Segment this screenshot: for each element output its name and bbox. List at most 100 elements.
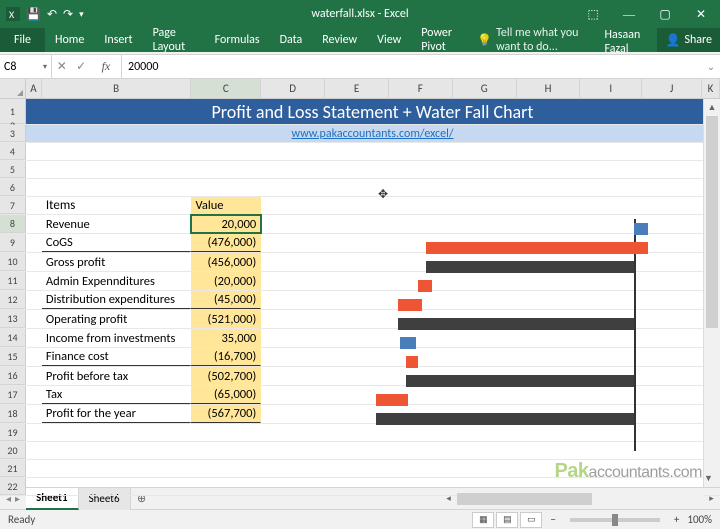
cell[interactable] (26, 442, 42, 459)
cell[interactable] (453, 291, 517, 309)
row-header[interactable]: 6 (0, 179, 26, 196)
row-header[interactable]: 16 (0, 367, 26, 385)
cell[interactable] (26, 291, 42, 309)
cell[interactable] (389, 460, 453, 477)
row-header[interactable]: 8 (0, 215, 26, 233)
cell[interactable] (325, 460, 389, 477)
cell[interactable] (580, 253, 642, 271)
zoom-out-button[interactable]: − (550, 513, 555, 526)
cell[interactable] (26, 460, 42, 477)
row-header[interactable]: 7 (0, 197, 26, 214)
cell[interactable] (26, 215, 42, 233)
cell[interactable] (580, 405, 642, 423)
cell[interactable] (261, 405, 325, 423)
cell[interactable] (42, 424, 192, 441)
cell[interactable] (389, 478, 453, 495)
cell[interactable] (580, 424, 642, 441)
cell[interactable] (517, 215, 581, 233)
cell[interactable] (642, 197, 702, 214)
row-header[interactable]: 19 (0, 424, 26, 441)
cell[interactable] (42, 460, 192, 477)
cell[interactable]: (20,000) (191, 272, 261, 290)
cell[interactable]: 35,000 (191, 329, 261, 347)
column-header[interactable]: A (26, 79, 42, 98)
normal-view-button[interactable]: ▦ (472, 512, 494, 528)
column-header[interactable]: J (642, 79, 702, 98)
cell[interactable] (261, 478, 325, 495)
cell[interactable] (517, 143, 581, 160)
cell[interactable] (261, 442, 325, 459)
cell[interactable] (389, 442, 453, 459)
column-header[interactable]: H (517, 79, 581, 98)
cell[interactable] (517, 442, 581, 459)
cell[interactable] (389, 348, 453, 366)
cell[interactable] (642, 405, 702, 423)
cell[interactable] (642, 424, 702, 441)
cell[interactable] (261, 143, 325, 160)
cell[interactable] (261, 348, 325, 366)
cell[interactable] (580, 291, 642, 309)
cell[interactable] (642, 215, 702, 233)
tab-power-pivot[interactable]: Power Pivot (411, 28, 473, 52)
cell[interactable] (453, 197, 517, 214)
row-header[interactable]: 20 (0, 442, 26, 459)
cell[interactable] (517, 424, 581, 441)
cell[interactable] (517, 291, 581, 309)
cell[interactable] (453, 253, 517, 271)
cell[interactable] (517, 367, 581, 385)
cell[interactable] (325, 329, 389, 347)
vertical-scrollbar[interactable]: ▲ ▼ (703, 99, 720, 487)
column-header[interactable]: I (580, 79, 642, 98)
cell[interactable] (325, 386, 389, 404)
cell[interactable]: CoGS (42, 234, 192, 252)
cell[interactable] (389, 234, 453, 252)
row-header[interactable]: 14 (0, 329, 26, 347)
cell[interactable] (261, 179, 325, 196)
cell[interactable] (642, 348, 702, 366)
cell[interactable] (580, 348, 642, 366)
cell[interactable] (453, 442, 517, 459)
spreadsheet-grid[interactable]: ABCDEFGHIJK 1Profit and Loss Statement +… (0, 79, 720, 487)
cell[interactable]: (476,000) (191, 234, 261, 252)
cell[interactable] (580, 310, 642, 328)
cell[interactable] (517, 329, 581, 347)
cell[interactable] (517, 161, 581, 178)
cell[interactable] (42, 442, 192, 459)
cell[interactable] (453, 460, 517, 477)
cell[interactable] (325, 215, 389, 233)
cell[interactable] (325, 272, 389, 290)
cell[interactable] (580, 215, 642, 233)
cell[interactable] (389, 405, 453, 423)
row-header[interactable]: 3 (0, 125, 26, 142)
cell[interactable]: Admin Expennditures (42, 272, 192, 290)
cell[interactable]: Operating profit (42, 310, 192, 328)
account-name[interactable]: Hasaan Fazal (597, 28, 658, 52)
cell[interactable] (580, 143, 642, 160)
tab-insert[interactable]: Insert (94, 28, 142, 52)
cell[interactable] (191, 442, 261, 459)
row-header[interactable]: 11 (0, 272, 26, 290)
cell[interactable] (453, 161, 517, 178)
cell[interactable] (453, 143, 517, 160)
cell[interactable] (261, 234, 325, 252)
cell[interactable] (580, 367, 642, 385)
column-header[interactable]: B (42, 79, 192, 98)
cell[interactable] (325, 405, 389, 423)
cell[interactable] (26, 179, 42, 196)
cell[interactable]: Profit for the year (42, 405, 192, 423)
cell[interactable] (580, 234, 642, 252)
row-header[interactable]: 17 (0, 386, 26, 404)
ribbon-display-icon[interactable]: ⬚ (576, 0, 610, 28)
share-button[interactable]: 👤 Share (657, 28, 720, 52)
cell[interactable] (261, 367, 325, 385)
cell[interactable] (517, 272, 581, 290)
cell[interactable] (325, 143, 389, 160)
row-header[interactable]: 22 (0, 478, 26, 495)
row-header[interactable]: 13 (0, 310, 26, 328)
cell[interactable] (389, 253, 453, 271)
cell[interactable] (261, 329, 325, 347)
cell[interactable] (191, 478, 261, 495)
cell[interactable] (26, 253, 42, 271)
row-header[interactable]: 12 (0, 291, 26, 309)
fx-icon[interactable]: fx (96, 59, 117, 74)
